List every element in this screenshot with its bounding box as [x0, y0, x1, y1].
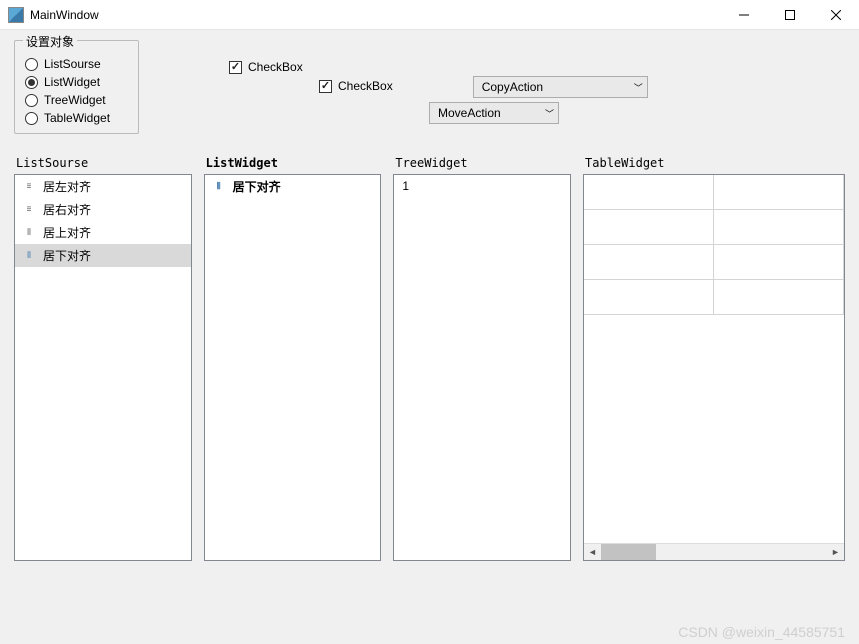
list-item[interactable]: 居右对齐 — [15, 198, 191, 221]
horizontal-scrollbar[interactable]: ◄ ► — [584, 543, 844, 560]
checkbox-1[interactable]: CheckBox — [229, 60, 648, 74]
panel-treewidget: TreeWidget 1 — [393, 156, 571, 561]
radio-label: ListWidget — [44, 75, 100, 89]
align-bottom-icon — [211, 181, 227, 193]
chevron-down-icon: ﹀ — [545, 107, 554, 120]
list-item-text: 居下对齐 — [43, 247, 91, 264]
scroll-thumb[interactable] — [601, 544, 656, 560]
align-top-icon — [21, 227, 37, 239]
radio-listsource[interactable]: ListSourse — [25, 57, 128, 71]
treewidget-body[interactable]: 1 — [393, 174, 571, 561]
list-item[interactable]: 居下对齐 — [15, 244, 191, 267]
watermark: CSDN @weixin_44585751 — [678, 624, 845, 640]
app-icon — [8, 7, 24, 23]
chevron-down-icon: ﹀ — [634, 81, 643, 94]
list-item-text: 居上对齐 — [43, 224, 91, 241]
listsource-body[interactable]: 居左对齐 居右对齐 居上对齐 居下对齐 — [14, 174, 192, 561]
panel-label: ListWidget — [204, 156, 382, 170]
radio-icon — [25, 76, 38, 89]
minimize-button[interactable] — [721, 0, 767, 30]
radio-label: ListSourse — [44, 57, 101, 71]
combo-text: CopyAction — [482, 80, 626, 94]
tree-item-text: 1 — [402, 179, 409, 193]
maximize-button[interactable] — [767, 0, 813, 30]
scroll-left-button[interactable]: ◄ — [584, 544, 601, 561]
close-button[interactable] — [813, 0, 859, 30]
align-left-icon — [21, 181, 37, 193]
radio-label: TreeWidget — [44, 93, 106, 107]
radio-tablewidget[interactable]: TableWidget — [25, 111, 128, 125]
list-item[interactable]: 居下对齐 — [205, 175, 381, 198]
panel-label: TreeWidget — [393, 156, 571, 170]
combo-text: MoveAction — [438, 106, 537, 120]
radio-treewidget[interactable]: TreeWidget — [25, 93, 128, 107]
radio-icon — [25, 112, 38, 125]
check-icon — [229, 61, 242, 74]
combo-moveaction[interactable]: MoveAction ﹀ — [429, 102, 559, 124]
radio-listwidget[interactable]: ListWidget — [25, 75, 128, 89]
scroll-right-button[interactable]: ► — [827, 544, 844, 561]
check-label: CheckBox — [338, 79, 393, 93]
align-right-icon — [21, 204, 37, 216]
radio-icon — [25, 94, 38, 107]
panel-listwidget: ListWidget 居下对齐 — [204, 156, 382, 561]
list-item-text: 居左对齐 — [43, 178, 91, 195]
table-row[interactable] — [584, 210, 844, 245]
check-icon — [319, 80, 332, 93]
combo-copyaction[interactable]: CopyAction ﹀ — [473, 76, 648, 98]
list-item[interactable]: 居上对齐 — [15, 221, 191, 244]
panel-listsource: ListSourse 居左对齐 居右对齐 居上对齐 居下对齐 — [14, 156, 192, 561]
checkbox-2[interactable]: CheckBox — [319, 79, 393, 93]
radio-icon — [25, 58, 38, 71]
tree-item[interactable]: 1 — [394, 175, 570, 197]
listwidget-body[interactable]: 居下对齐 — [204, 174, 382, 561]
table-row[interactable] — [584, 175, 844, 210]
scroll-track[interactable] — [601, 544, 827, 560]
tablewidget-body[interactable]: ◄ ► — [583, 174, 845, 561]
table-row[interactable] — [584, 245, 844, 280]
table-row[interactable] — [584, 280, 844, 315]
list-item-text: 居右对齐 — [43, 201, 91, 218]
groupbox-title: 设置对象 — [23, 33, 77, 50]
list-item-text: 居下对齐 — [233, 178, 281, 195]
align-bottom-icon — [21, 250, 37, 262]
panel-label: ListSourse — [14, 156, 192, 170]
panel-label: TableWidget — [583, 156, 845, 170]
titlebar: MainWindow — [0, 0, 859, 30]
list-item[interactable]: 居左对齐 — [15, 175, 191, 198]
window-title: MainWindow — [30, 8, 721, 22]
config-groupbox: 设置对象 ListSourse ListWidget TreeWidget Ta… — [14, 40, 139, 134]
radio-label: TableWidget — [44, 111, 110, 125]
check-label: CheckBox — [248, 60, 303, 74]
panel-tablewidget: TableWidget ◄ ► — [583, 156, 845, 561]
